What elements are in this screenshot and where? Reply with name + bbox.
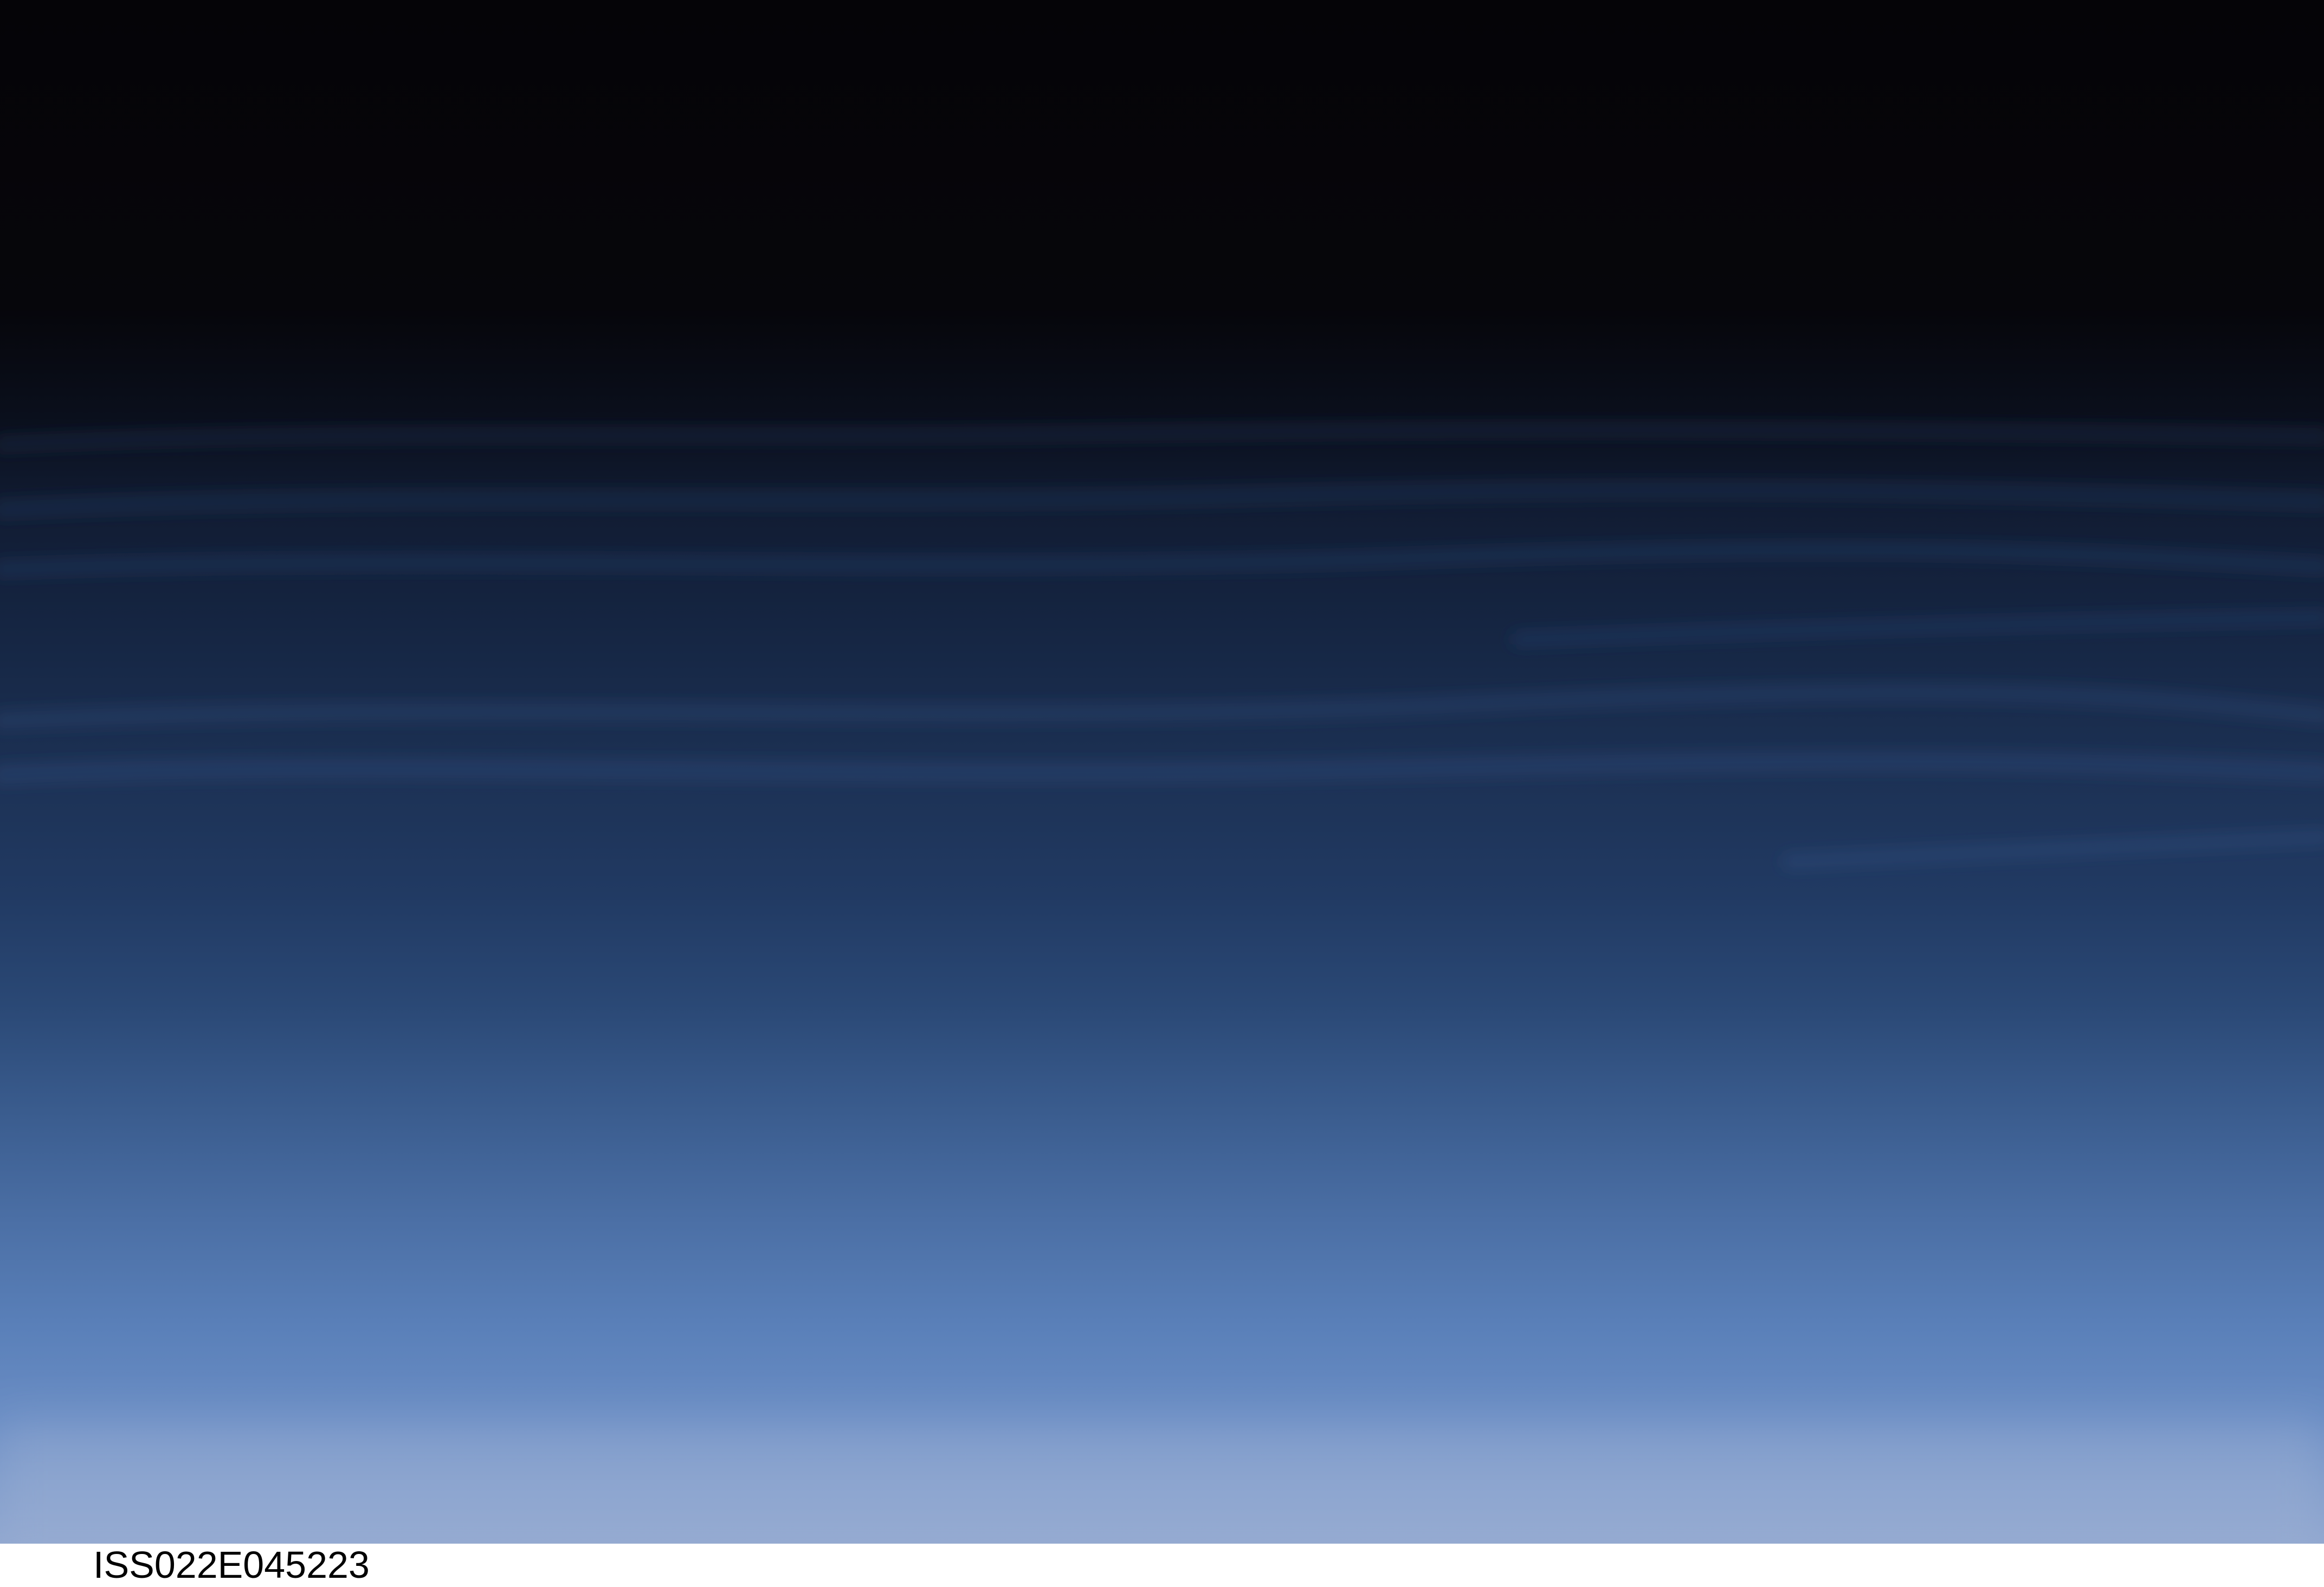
cloud-streak (0, 482, 2324, 517)
noctilucent-cloud-bands (0, 424, 2324, 1544)
cloud-streak (1511, 611, 2324, 646)
cloud-streak (1781, 830, 2324, 869)
horizon-glow (0, 1420, 2324, 1544)
cloud-streak (0, 752, 2324, 784)
earth-limb-photo (0, 0, 2324, 1544)
image-frame: ISS022E045223 (0, 0, 2324, 1587)
cloud-streak (0, 424, 2324, 450)
cloud-streak (0, 542, 2324, 576)
cloud-streak (0, 684, 2324, 729)
photo-id-caption: ISS022E045223 (93, 1544, 370, 1586)
